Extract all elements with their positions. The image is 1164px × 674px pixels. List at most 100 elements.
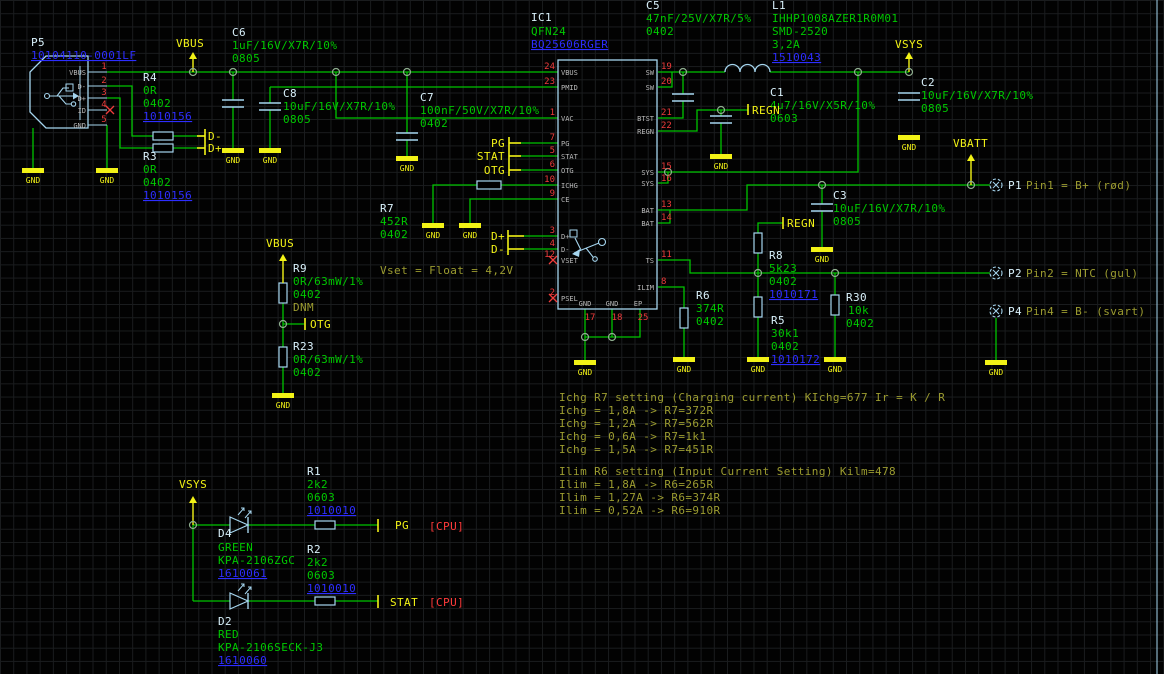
component-value: 0805 xyxy=(232,52,260,65)
power-arrow xyxy=(189,496,197,503)
pin-number: 4 xyxy=(101,100,106,110)
pin-number: 10 xyxy=(544,175,555,185)
component-value: 47nF/25V/X7R/5% xyxy=(646,12,751,25)
component-value: QFN24 xyxy=(531,25,566,38)
pin-number: 2 xyxy=(550,288,555,298)
part-number-link[interactable]: 1010156 xyxy=(143,110,192,123)
pin-name: TS xyxy=(646,257,654,265)
comment-text: DNM xyxy=(293,301,314,314)
pin-name: STAT xyxy=(561,153,579,161)
wire xyxy=(469,198,558,223)
pin-name: BAT xyxy=(641,207,654,215)
part-number-link[interactable]: 1010172 xyxy=(771,353,820,366)
pin-number: 21 xyxy=(661,108,672,118)
usb-icon xyxy=(597,237,607,247)
pin-number: 13 xyxy=(661,200,672,210)
resistor-body[interactable] xyxy=(830,294,840,316)
ilim-note: Ilim R6 setting (Input Current Setting) … xyxy=(559,465,896,478)
pin-name: ILIM xyxy=(637,284,654,292)
comment-text: Ichg = 1,8A -> R7=372R xyxy=(559,404,714,417)
part-number-link[interactable]: 1010156 xyxy=(143,189,192,202)
component-value: 5k23 xyxy=(769,262,797,275)
led-symbol[interactable] xyxy=(229,507,252,534)
net-label: D+ xyxy=(208,142,222,155)
net-label: PG xyxy=(395,519,409,532)
gnd-bar xyxy=(459,223,481,228)
component-ref: IC1 xyxy=(531,11,552,24)
resistor-body[interactable] xyxy=(314,596,336,606)
resistor-body[interactable] xyxy=(314,520,336,530)
component-value: GREEN xyxy=(218,541,253,554)
power-arrow xyxy=(967,154,975,161)
gnd-bar xyxy=(985,360,1007,365)
power-arrow xyxy=(905,52,913,59)
component-value: 30k1 xyxy=(771,327,799,340)
part-number-link[interactable]: 1510043 xyxy=(772,51,821,64)
resistor-body[interactable] xyxy=(753,232,763,254)
comment-text: Ilim = 1,8A -> R6=265R xyxy=(559,478,714,491)
resistor-body[interactable] xyxy=(278,282,288,304)
component-ref: D2 xyxy=(218,615,232,628)
component-value: 0402 xyxy=(143,176,171,189)
led-symbol[interactable] xyxy=(229,583,252,610)
pin-name: D- xyxy=(78,83,86,91)
usb-connector-body[interactable] xyxy=(29,55,89,129)
ic1-partnumber[interactable]: BQ25606RGER xyxy=(531,38,608,51)
component-value: 3,2A xyxy=(772,38,800,51)
resistor-body[interactable] xyxy=(679,307,689,329)
pin-number: 2 xyxy=(101,76,106,86)
component-ref: R4 xyxy=(143,71,157,84)
part-number-link[interactable]: 1010010 xyxy=(307,504,356,517)
component-ref: P2 xyxy=(1008,267,1022,280)
net-label: OTG xyxy=(310,318,331,331)
component-value: 0402 xyxy=(380,228,408,241)
component-value: 0805 xyxy=(833,215,861,228)
resistor-body[interactable] xyxy=(753,296,763,318)
resistor-body[interactable] xyxy=(278,346,288,368)
connector-pin[interactable] xyxy=(989,266,1003,280)
component-value: 0402 xyxy=(143,97,171,110)
connector-pin[interactable] xyxy=(989,178,1003,192)
gnd-bar xyxy=(396,156,418,161)
gnd-symbol: GND xyxy=(898,135,920,152)
schematic-sheet[interactable]: GND GND GND GND GND GND GND GND GND GND GND GND GND G… xyxy=(0,0,1164,674)
component-value: 4u7/16V/X5R/10% xyxy=(770,99,875,112)
gnd-label: GND xyxy=(677,365,692,374)
p5-partnumber[interactable]: 10104110-0001LF xyxy=(31,49,136,62)
gnd-symbol: GND xyxy=(985,360,1007,377)
pin-name: BTST xyxy=(637,115,655,123)
net-label: VBUS xyxy=(266,237,294,250)
gnd-symbol: GND xyxy=(747,357,769,374)
gnd-bar xyxy=(222,148,244,153)
net-label: D+ xyxy=(491,230,505,243)
gnd-label: GND xyxy=(426,231,441,240)
power-arrow xyxy=(189,52,197,59)
gnd-symbol: GND xyxy=(222,148,244,165)
component-ref: R6 xyxy=(696,289,710,302)
resistor-body[interactable] xyxy=(152,131,174,141)
gnd-label: GND xyxy=(400,164,415,173)
gnd-symbol: GND xyxy=(710,154,732,171)
inductor-body[interactable] xyxy=(724,63,771,73)
pin-number: 22 xyxy=(661,121,672,131)
pin-number: 9 xyxy=(550,189,555,199)
gnd-bar xyxy=(422,223,444,228)
gnd-label: GND xyxy=(828,365,843,374)
component-value: 0805 xyxy=(921,102,949,115)
part-number-link[interactable]: 1010010 xyxy=(307,582,356,595)
comment-text: Ichg = 0,6A -> R7=1k1 xyxy=(559,430,706,443)
net-label: PG xyxy=(491,137,505,150)
pin-name: EP xyxy=(634,300,642,308)
pin-number: 11 xyxy=(661,250,672,260)
part-number-link[interactable]: 1610061 xyxy=(218,567,267,580)
usb-icon xyxy=(70,101,77,107)
connector-pin[interactable] xyxy=(989,304,1003,318)
schematic-canvas[interactable]: GND GND GND GND GND GND GND GND GND GND GND GND GND G… xyxy=(0,0,1164,674)
gnd-bar xyxy=(811,247,833,252)
comment-text: Ilim = 1,27A -> R6=374R xyxy=(559,491,721,504)
resistor-body[interactable] xyxy=(476,180,502,190)
part-number-link[interactable]: 1010171 xyxy=(769,288,818,301)
component-value: 0R/63mW/1% xyxy=(293,353,363,366)
component-ref: P1 xyxy=(1008,179,1022,192)
part-number-link[interactable]: 1610060 xyxy=(218,654,267,667)
